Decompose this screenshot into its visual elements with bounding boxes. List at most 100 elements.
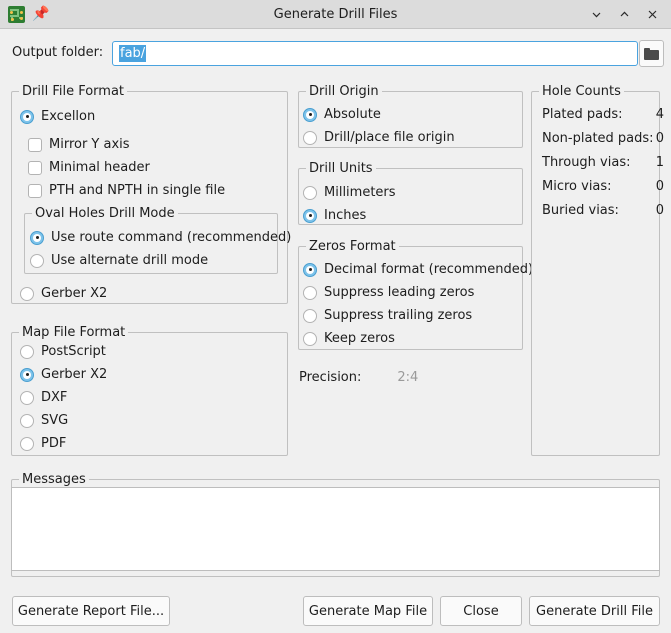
close-button-bottom[interactable]: Close	[440, 596, 522, 626]
radio-map-postscript[interactable]: PostScript	[20, 344, 106, 359]
radio-label: Use route command (recommended)	[51, 230, 292, 245]
drill-origin-title: Drill Origin	[306, 84, 382, 99]
radio-map-pdf[interactable]: PDF	[20, 436, 66, 451]
messages-title: Messages	[19, 472, 89, 487]
radio-label: Inches	[324, 208, 367, 223]
radio-label: Millimeters	[324, 185, 396, 200]
precision-row: Precision: 2:4	[299, 370, 418, 385]
radio-indicator	[20, 367, 34, 382]
generate-drill-files-dialog: 📌 Generate Drill Files Output folder: fa…	[0, 0, 671, 633]
radio-indicator	[30, 253, 44, 268]
radio-label: DXF	[41, 390, 68, 405]
hole-count-label: Micro vias:	[542, 179, 612, 194]
close-button[interactable]	[639, 2, 665, 28]
checkbox-label: PTH and NPTH in single file	[49, 183, 226, 198]
radio-label: PostScript	[41, 344, 106, 359]
checkbox-pth-npth-single-file[interactable]: PTH and NPTH in single file	[28, 183, 225, 198]
oval-holes-drill-mode-title: Oval Holes Drill Mode	[32, 206, 178, 221]
radio-label: Drill/place file origin	[324, 130, 455, 145]
generate-report-file-button[interactable]: Generate Report File...	[12, 596, 170, 626]
hole-count-row-through-vias: Through vias: 1	[542, 155, 664, 170]
radio-zeros-suppress-leading[interactable]: Suppress leading zeros	[303, 285, 474, 300]
drill-file-format-title: Drill File Format	[19, 84, 128, 99]
radio-label: Decimal format (recommended)	[324, 262, 534, 277]
radio-units-inches[interactable]: Inches	[303, 208, 366, 223]
radio-indicator	[303, 185, 317, 200]
output-folder-label: Output folder:	[12, 45, 104, 60]
output-folder-value: fab/	[119, 45, 147, 62]
radio-units-millimeters[interactable]: Millimeters	[303, 185, 396, 200]
radio-indicator	[30, 230, 44, 245]
browse-folder-button[interactable]	[639, 40, 664, 67]
messages-textarea[interactable]	[11, 487, 660, 571]
radio-indicator	[20, 413, 34, 428]
generate-drill-file-button[interactable]: Generate Drill File	[529, 596, 660, 626]
radio-indicator	[303, 285, 317, 300]
checkbox-indicator	[28, 160, 42, 175]
map-file-format-title: Map File Format	[19, 325, 129, 340]
radio-use-alternate-drill-mode[interactable]: Use alternate drill mode	[30, 253, 208, 268]
radio-zeros-keep[interactable]: Keep zeros	[303, 331, 395, 346]
radio-zeros-suppress-trailing[interactable]: Suppress trailing zeros	[303, 308, 472, 323]
checkbox-minimal-header[interactable]: Minimal header	[28, 160, 150, 175]
hole-counts-group: Hole Counts Plated pads: 4 Non-plated pa…	[531, 84, 664, 456]
radio-label: Suppress leading zeros	[324, 285, 475, 300]
radio-map-gerber-x2[interactable]: Gerber X2	[20, 367, 107, 382]
hole-count-label: Through vias:	[542, 155, 631, 170]
minimize-button[interactable]	[583, 2, 609, 28]
radio-label: Gerber X2	[41, 286, 108, 301]
radio-zeros-decimal-format[interactable]: Decimal format (recommended)	[303, 262, 533, 277]
radio-origin-drill-place-file[interactable]: Drill/place file origin	[303, 130, 455, 145]
title-bar: 📌 Generate Drill Files	[0, 0, 671, 29]
folder-icon	[644, 47, 659, 60]
output-folder-row: Output folder: fab/	[0, 29, 671, 76]
hole-count-label: Non-plated pads:	[542, 131, 654, 146]
maximize-button[interactable]	[611, 2, 637, 28]
radio-gerber-x2-drill[interactable]: Gerber X2	[20, 286, 107, 301]
radio-indicator	[20, 344, 34, 359]
hole-count-row-plated-pads: Plated pads: 4	[542, 107, 664, 122]
window-title: Generate Drill Files	[273, 7, 398, 22]
radio-indicator	[303, 262, 317, 277]
hole-count-row-buried-vias: Buried vias: 0	[542, 203, 664, 218]
radio-indicator	[20, 436, 34, 451]
hole-count-label: Buried vias:	[542, 203, 619, 218]
radio-origin-absolute[interactable]: Absolute	[303, 107, 381, 122]
hole-count-row-non-plated-pads: Non-plated pads: 0	[542, 131, 664, 146]
radio-label: Gerber X2	[41, 367, 108, 382]
radio-label: Suppress trailing zeros	[324, 308, 473, 323]
checkbox-label: Minimal header	[49, 160, 150, 175]
radio-label: Use alternate drill mode	[51, 253, 209, 268]
hole-count-label: Plated pads:	[542, 107, 623, 122]
radio-use-route-command[interactable]: Use route command (recommended)	[30, 230, 291, 245]
radio-indicator	[20, 286, 34, 301]
radio-excellon[interactable]: Excellon	[20, 109, 95, 124]
checkbox-indicator	[28, 137, 42, 152]
radio-indicator	[20, 109, 34, 124]
chevron-down-icon	[592, 12, 600, 18]
radio-map-dxf[interactable]: DXF	[20, 390, 67, 405]
checkbox-indicator	[28, 183, 42, 198]
output-folder-input[interactable]: fab/	[112, 41, 638, 66]
precision-value: 2:4	[397, 370, 419, 385]
radio-indicator	[303, 208, 317, 223]
window-controls	[583, 0, 665, 29]
checkbox-mirror-y-axis[interactable]: Mirror Y axis	[28, 137, 130, 152]
zeros-format-title: Zeros Format	[306, 239, 399, 254]
radio-label: PDF	[41, 436, 67, 451]
radio-indicator	[303, 107, 317, 122]
drill-units-title: Drill Units	[306, 161, 376, 176]
hole-count-row-micro-vias: Micro vias: 0	[542, 179, 664, 194]
precision-label: Precision:	[299, 370, 362, 385]
radio-indicator	[20, 390, 34, 405]
radio-label: Excellon	[41, 109, 96, 124]
hole-count-value: 0	[655, 203, 664, 218]
hole-count-value: 0	[655, 131, 664, 146]
hole-count-value: 1	[655, 155, 664, 170]
radio-indicator	[303, 308, 317, 323]
radio-label: SVG	[41, 413, 69, 428]
radio-map-svg[interactable]: SVG	[20, 413, 68, 428]
generate-map-file-button[interactable]: Generate Map File	[303, 596, 433, 626]
radio-indicator	[303, 331, 317, 346]
radio-label: Keep zeros	[324, 331, 395, 346]
